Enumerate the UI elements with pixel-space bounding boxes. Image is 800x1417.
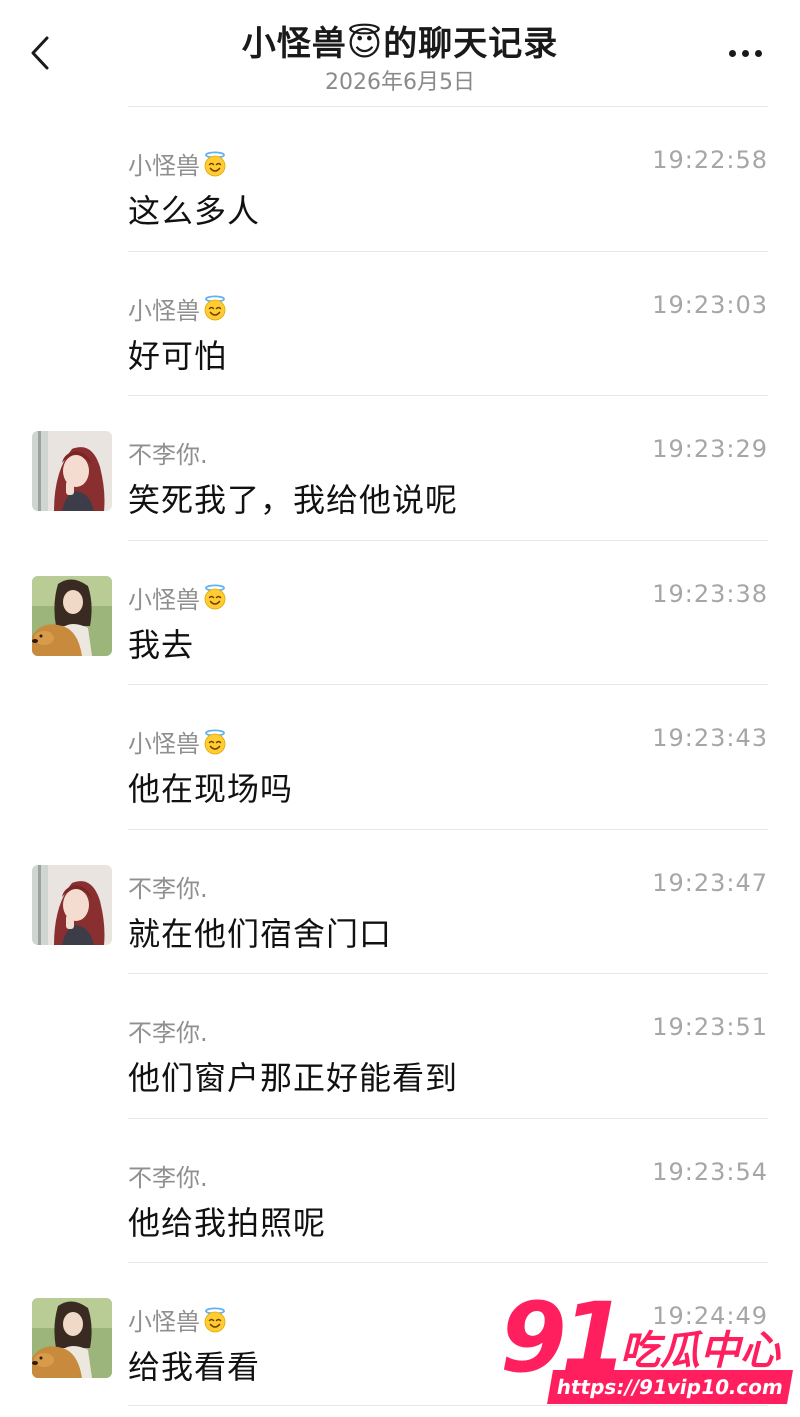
halo-emoji-icon — [202, 584, 228, 610]
message-row[interactable]: 小怪兽 19:22:58 这么多人 — [0, 106, 800, 251]
message-row[interactable]: 不李你. 19:23:51 他们窗户那正好能看到 — [0, 973, 800, 1118]
sender-label: 小怪兽 — [128, 296, 200, 325]
avatar[interactable] — [32, 576, 112, 656]
sender-label: 不李你. — [128, 1163, 208, 1192]
message-row[interactable]: 不李你. 19:23:54 他给我拍照呢 — [0, 1117, 800, 1263]
message-list: 小怪兽 19:22:58 这么多人 小怪兽 19:23:03 好可怕 不李你. 19:23:2… — [0, 106, 800, 1407]
more-options-button[interactable] — [720, 38, 770, 68]
sender-label: 小怪兽 — [128, 152, 200, 180]
message-text: 就在他们宿舍门口 — [128, 914, 393, 953]
halo-emoji-icon — [202, 151, 228, 177]
sender-name: 小怪兽 — [128, 146, 228, 181]
message-time: 19:23:03 — [652, 290, 768, 319]
chat-header: 小怪兽😇的聊天记录 2026年6月5日 — [0, 0, 800, 106]
sender-label: 不李你. — [128, 1019, 208, 1047]
message-row[interactable]: 小怪兽 19:23:43 他在现场吗 — [0, 684, 800, 829]
page-date: 2026年6月5日 — [325, 70, 475, 95]
ellipsis-dot — [741, 49, 749, 57]
message-text: 这么多人 — [128, 192, 261, 230]
sender-name: 小怪兽 — [128, 291, 228, 326]
message-text: 他在现场吗 — [128, 770, 294, 808]
sender-name: 小怪兽 — [128, 1302, 228, 1337]
halo-emoji-icon — [202, 295, 228, 321]
message-text: 他们窗户那正好能看到 — [128, 1059, 459, 1097]
halo-emoji-icon — [202, 1307, 228, 1333]
message-row[interactable]: 不李你. 19:23:29 笑死我了，我给他说呢 — [0, 395, 800, 540]
message-row[interactable]: 小怪兽 19:24:49 给我看看 — [0, 1262, 800, 1407]
message-text: 我去 — [128, 625, 195, 664]
ellipsis-dot — [754, 49, 762, 57]
message-text: 他给我拍照呢 — [128, 1203, 327, 1242]
message-time: 19:23:43 — [652, 724, 768, 752]
message-time: 19:23:47 — [652, 868, 768, 897]
sender-name: 不李你. — [128, 1013, 208, 1048]
message-time: 19:23:54 — [652, 1157, 768, 1186]
avatar[interactable] — [32, 1298, 112, 1378]
message-text: 给我看看 — [128, 1348, 261, 1386]
sender-label: 小怪兽 — [128, 1308, 200, 1336]
avatar[interactable] — [32, 865, 112, 945]
halo-emoji-icon — [202, 729, 228, 755]
sender-name: 不李你. — [128, 869, 208, 904]
message-time: 19:22:58 — [652, 146, 768, 174]
sender-name: 小怪兽 — [128, 580, 228, 615]
message-row[interactable]: 小怪兽 19:23:03 好可怕 — [0, 250, 800, 396]
message-row[interactable]: 不李你. 19:23:47 就在他们宿舍门口 — [0, 828, 800, 974]
message-time: 19:23:51 — [652, 1013, 768, 1041]
message-time: 19:23:29 — [652, 435, 768, 463]
sender-name: 不李你. — [128, 435, 208, 470]
sender-label: 不李你. — [128, 874, 208, 903]
message-row[interactable]: 小怪兽 19:23:38 我去 — [0, 539, 800, 685]
page-title: 小怪兽😇的聊天记录 — [241, 24, 559, 64]
sender-name: 不李你. — [128, 1158, 208, 1193]
message-time: 19:23:38 — [652, 579, 768, 608]
sender-label: 小怪兽 — [128, 730, 200, 758]
ellipsis-icon — [728, 49, 736, 57]
sender-label: 不李你. — [128, 441, 208, 469]
divider — [128, 1405, 768, 1406]
message-text: 好可怕 — [128, 336, 228, 375]
sender-label: 小怪兽 — [128, 585, 200, 614]
avatar[interactable] — [32, 431, 112, 511]
message-time: 19:24:49 — [652, 1302, 768, 1330]
message-text: 笑死我了，我给他说呢 — [128, 481, 459, 519]
sender-name: 小怪兽 — [128, 724, 228, 759]
